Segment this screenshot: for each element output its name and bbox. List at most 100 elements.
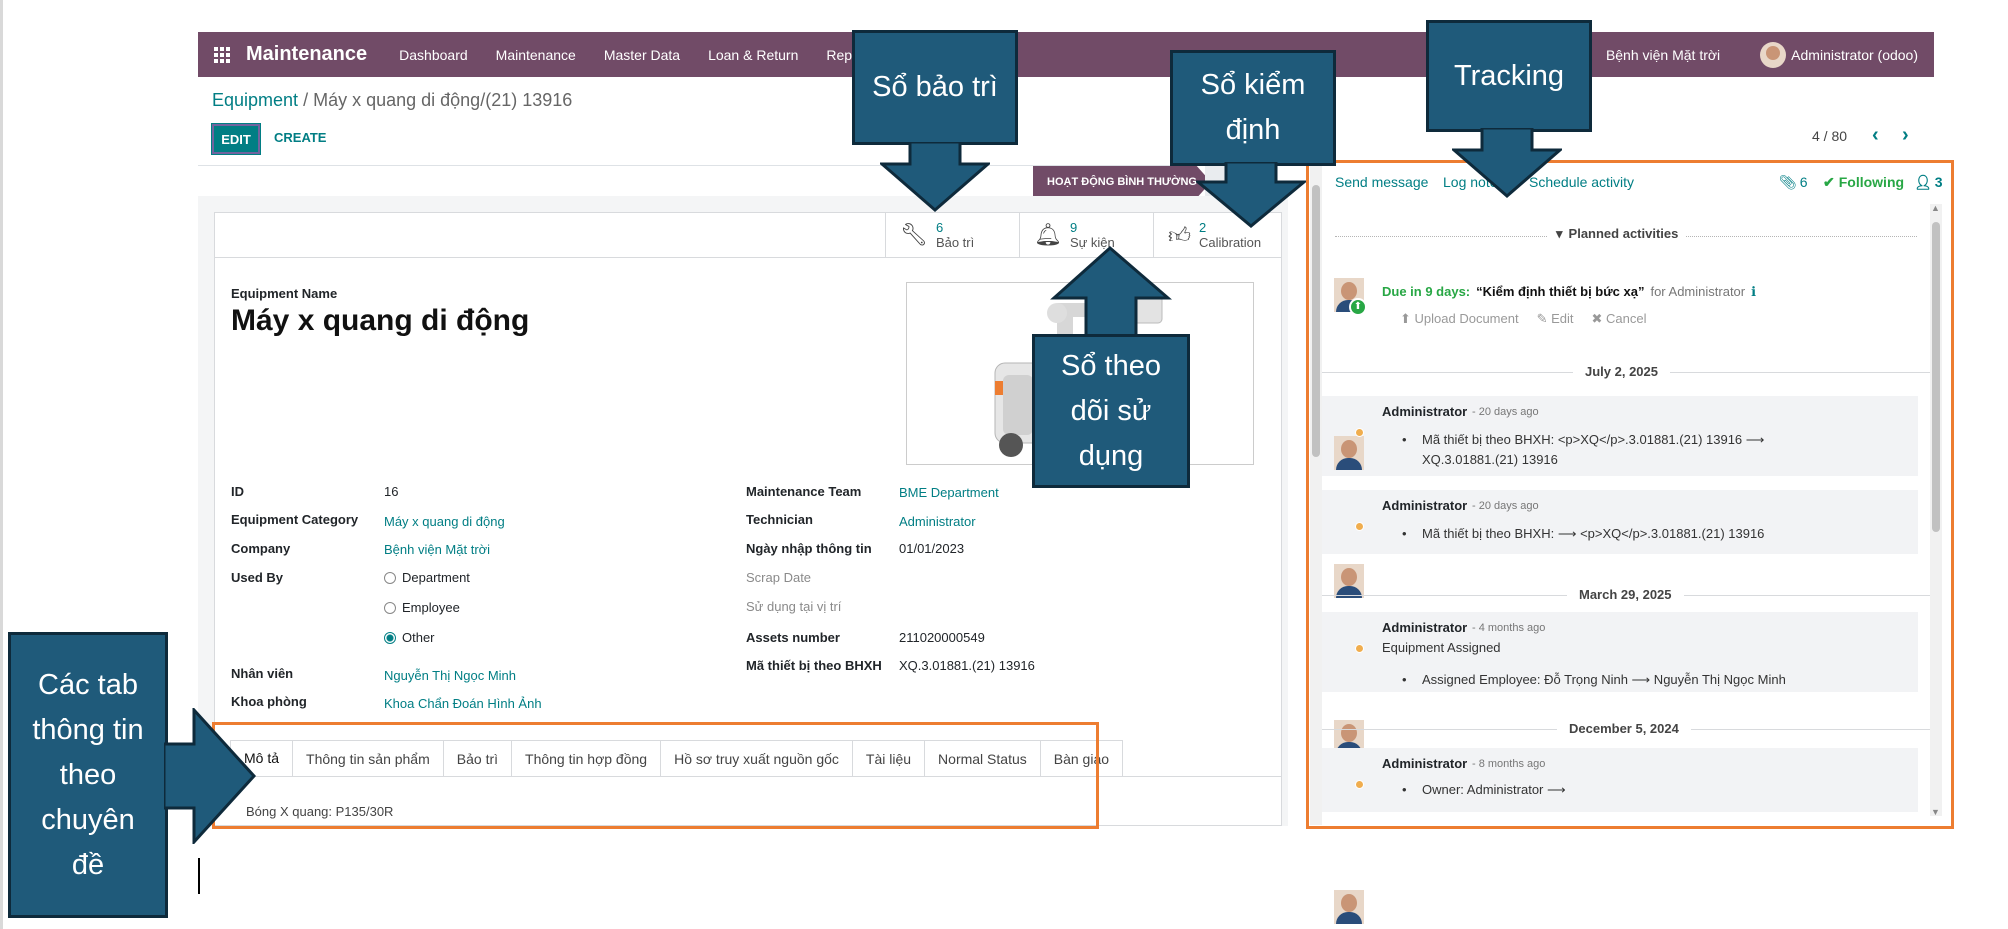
away-status-icon	[1355, 780, 1364, 789]
equipment-name-label: Equipment Name	[231, 286, 338, 301]
callout-kiem-dinh-text: Sổ kiểm định	[1200, 69, 1306, 146]
message-line: Owner: Administrator ⟶	[1422, 782, 1566, 797]
upload-document-button[interactable]: ⬆ Upload Document	[1400, 311, 1519, 327]
maintenance-team-label: Maintenance Team	[746, 484, 862, 499]
technician-label: Technician	[746, 512, 813, 527]
message-author[interactable]: Administrator	[1382, 620, 1467, 635]
activity-edit-label: Edit	[1551, 311, 1574, 326]
company-value[interactable]: Bệnh viện Mặt trời	[384, 542, 490, 557]
ngay-nhap-label: Ngày nhập thông tin	[746, 541, 872, 556]
used-by-department[interactable]: Department	[384, 570, 470, 585]
technician-value[interactable]: Administrator	[899, 514, 976, 529]
callout-bao-tri-arrow	[880, 142, 990, 212]
menu-loan-return[interactable]: Loan & Return	[708, 47, 798, 63]
date-separator: March 29, 2025	[1567, 587, 1684, 602]
activity-cancel-label: Cancel	[1606, 311, 1647, 326]
bell-icon: 🔔︎	[1034, 222, 1062, 247]
away-status-icon	[1355, 428, 1364, 437]
maintenance-count: 6	[935, 220, 944, 235]
khoa-phong-value[interactable]: Khoa Chẩn Đoán Hình Ảnh	[384, 696, 542, 711]
pager-prev-icon[interactable]: ‹	[1872, 124, 1879, 147]
callout-tabs-text: Các tab thông tin theo chuyên đề	[32, 668, 144, 881]
info-icon[interactable]: ℹ	[1751, 284, 1756, 300]
callout-tracking-text: Tracking	[1453, 59, 1565, 92]
away-status-icon	[1355, 644, 1364, 653]
breadcrumb-equipment[interactable]: Equipment	[212, 90, 298, 110]
khoa-phong-label: Khoa phòng	[231, 694, 307, 709]
edit-button[interactable]: EDIT	[211, 123, 261, 155]
category-value[interactable]: Máy x quang di động	[384, 514, 505, 529]
followers-button[interactable]: 👤︎ 3	[1914, 174, 1943, 191]
company-switcher[interactable]: Bệnh viện Mặt trời	[1606, 47, 1720, 63]
scroll-down-icon[interactable]: ▼	[1931, 807, 1940, 817]
activity-edit-button[interactable]: ✎ Edit	[1537, 311, 1574, 327]
id-value: 16	[384, 484, 399, 499]
apps-menu-icon[interactable]	[214, 46, 230, 63]
callout-tabs: Các tab thông tin theo chuyên đề	[8, 632, 168, 918]
message-line: Mã thiết bị theo BHXH: <p>XQ</p>.3.01881…	[1422, 432, 1765, 447]
company-label: Company	[231, 541, 291, 556]
menu-dashboard[interactable]: Dashboard	[399, 47, 468, 63]
message-avatar[interactable]	[1334, 890, 1364, 924]
department-option-label: Department	[402, 570, 470, 585]
user-avatar[interactable]	[1760, 41, 1787, 68]
callout-theo-doi-text: Sổ theo dõi sử dụng	[1061, 349, 1161, 472]
other-option-label: Other	[402, 630, 435, 645]
breadcrumb: Equipment / Máy x quang di động/(21) 139…	[212, 90, 572, 111]
user-menu[interactable]: Administrator (odoo)	[1791, 47, 1918, 63]
activity-cancel-button[interactable]: ✖ Cancel	[1592, 311, 1647, 327]
message-author[interactable]: Administrator	[1382, 756, 1467, 771]
message-author[interactable]: Administrator	[1382, 404, 1467, 419]
planned-activities-toggle[interactable]: ▾ Planned activities	[1548, 226, 1687, 242]
menu-master-data[interactable]: Master Data	[604, 47, 680, 63]
maintenance-team-value[interactable]: BME Department	[899, 485, 999, 500]
assets-number-value[interactable]: 211020000549	[899, 630, 985, 645]
callout-bao-tri-text: Sổ bảo trì	[872, 71, 998, 103]
bhxh-code-label: Mã thiết bị theo BHXH	[746, 658, 882, 673]
pager-next-icon[interactable]: ›	[1902, 124, 1909, 147]
scroll-up-icon[interactable]: ▲	[1931, 203, 1940, 213]
message-time: - 4 months ago	[1472, 622, 1546, 634]
used-by-other[interactable]: Other	[384, 630, 435, 645]
message-avatar[interactable]	[1334, 436, 1364, 470]
message-author[interactable]: Administrator	[1382, 498, 1467, 513]
date-separator: December 5, 2024	[1557, 721, 1691, 736]
nhan-vien-value[interactable]: Nguyễn Thị Ngọc Minh	[384, 668, 516, 683]
following-button[interactable]: ✔ Following	[1823, 174, 1904, 191]
assets-number-label: Assets number	[746, 630, 840, 645]
message-line: Mã thiết bị theo BHXH: ⟶ <p>XQ</p>.3.018…	[1422, 526, 1765, 541]
radio-other[interactable]	[384, 631, 396, 644]
check-icon: ✔	[1823, 174, 1835, 190]
bullet-icon: •	[1402, 782, 1407, 797]
su-dung-vi-tri-label: Sử dụng tại vị trí	[746, 599, 842, 614]
thumbs-up-icon: 👍︎	[1168, 222, 1191, 248]
message-time: - 8 months ago	[1472, 758, 1546, 770]
activity-title: “Kiểm định thiết bị bức xạ”	[1476, 284, 1645, 299]
message-line: Assigned Employee: Đỗ Trọng Ninh ⟶ Nguyễ…	[1422, 672, 1786, 687]
ngay-nhap-value[interactable]: 01/01/2023	[899, 541, 964, 556]
calibration-label: Calibration	[1199, 235, 1262, 250]
pager-value[interactable]: 4 / 80	[1812, 128, 1847, 144]
app-brand[interactable]: Maintenance	[246, 43, 367, 66]
callout-kiem-dinh: Sổ kiểm định	[1170, 50, 1336, 166]
equipment-name[interactable]: Máy x quang di động	[231, 304, 529, 338]
radio-employee[interactable]	[384, 601, 396, 614]
smart-button-maintenance[interactable]: 🔧︎ 6 Bảo trì	[885, 212, 1019, 258]
attachments-button[interactable]: 📎︎ 6	[1779, 174, 1808, 191]
wrench-icon: 🔧︎	[900, 222, 928, 247]
followers-count: 3	[1934, 174, 1943, 190]
create-button[interactable]: CREATE	[274, 130, 326, 145]
callout-theo-doi-arrow	[1050, 246, 1172, 338]
used-by-employee[interactable]: Employee	[384, 600, 460, 615]
navbar-right: ‹ Bệnh viện Mặt trời Administrator (odoo…	[1558, 32, 1918, 77]
chatter-scrollbar-thumb[interactable]	[1932, 222, 1940, 532]
send-message-button[interactable]: Send message	[1335, 174, 1428, 190]
radio-department[interactable]	[384, 571, 396, 584]
away-status-icon	[1355, 522, 1364, 531]
message-avatar[interactable]	[1334, 564, 1364, 598]
menu-maintenance[interactable]: Maintenance	[496, 47, 576, 63]
bhxh-code-value[interactable]: XQ.3.01881.(21) 13916	[899, 658, 1035, 673]
callout-tracking: Tracking	[1426, 20, 1592, 132]
status-badge[interactable]: HOẠT ĐỘNG BÌNH THƯỜNG	[1033, 166, 1211, 198]
message-line: XQ.3.01881.(21) 13916	[1422, 452, 1558, 467]
